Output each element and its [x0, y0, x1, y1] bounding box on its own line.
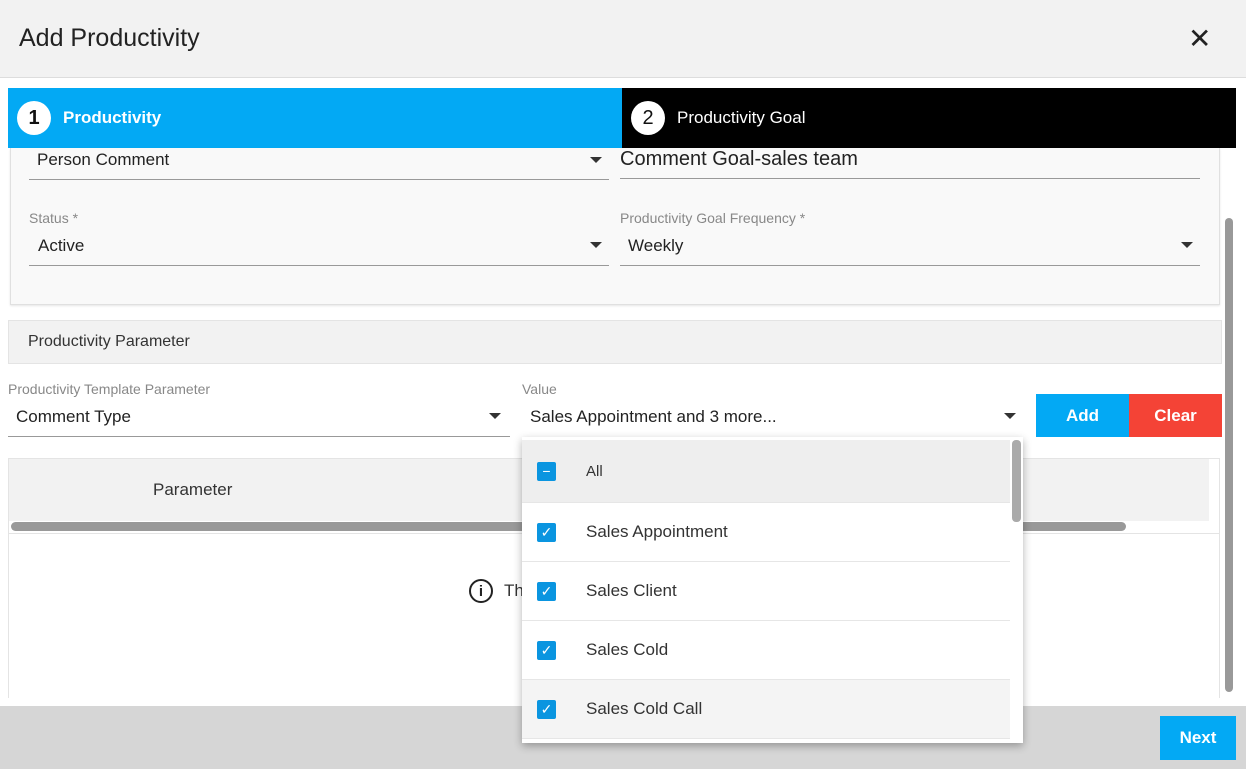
step-productivity[interactable]: 1 Productivity: [8, 88, 622, 148]
empty-message: Th: [504, 581, 524, 600]
option-label: Sales Cold Call: [586, 699, 703, 718]
option-all[interactable]: − All: [522, 440, 1010, 503]
checkbox-checked-icon[interactable]: ✓: [537, 640, 556, 660]
frequency-label: Productivity Goal Frequency *: [620, 210, 806, 226]
value-label: Value: [522, 381, 557, 397]
vertical-scrollbar[interactable]: [1225, 218, 1233, 692]
chevron-down-icon[interactable]: [489, 413, 501, 419]
option-sales-cold[interactable]: ✓ Sales Cold: [522, 621, 1010, 680]
step-label: Productivity Goal: [677, 108, 806, 127]
chevron-down-icon[interactable]: [590, 242, 602, 248]
option-label: Sales Client: [586, 581, 677, 600]
divider: [29, 265, 609, 266]
column-parameter: Parameter: [153, 480, 233, 499]
option-sales-client[interactable]: ✓ Sales Client: [522, 562, 1010, 621]
divider: [29, 179, 609, 180]
info-icon: i: [469, 579, 493, 603]
close-icon[interactable]: ✕: [1188, 24, 1211, 54]
clear-button[interactable]: Clear: [1129, 394, 1222, 437]
chevron-down-icon[interactable]: [590, 157, 602, 163]
template-param-label: Productivity Template Parameter: [8, 381, 211, 397]
dialog-title: Add Productivity: [19, 24, 200, 52]
checkbox-checked-icon[interactable]: ✓: [537, 699, 556, 719]
section-header: Productivity Parameter: [8, 320, 1222, 364]
option-label: All: [586, 462, 603, 480]
step-number: 1: [17, 101, 51, 135]
goal-name-input[interactable]: Comment Goal-sales team: [620, 148, 858, 171]
next-button[interactable]: Next: [1160, 716, 1236, 760]
status-label: Status *: [29, 210, 79, 226]
checkbox-indeterminate-icon[interactable]: −: [537, 461, 556, 481]
frequency-select[interactable]: Weekly: [628, 236, 683, 256]
checkbox-checked-icon[interactable]: ✓: [537, 581, 556, 601]
option-sales-cold-call[interactable]: ✓ Sales Cold Call: [522, 680, 1010, 739]
form-card: [10, 148, 1220, 305]
dropdown-scrollbar[interactable]: [1012, 440, 1021, 522]
divider: [8, 436, 510, 437]
option-label: Sales Cold: [586, 640, 669, 659]
divider: [620, 265, 1200, 266]
value-dropdown: − All ✓ Sales Appointment ✓ Sales Client ✓ S…: [522, 437, 1023, 743]
step-label: Productivity: [63, 108, 162, 127]
option-sales-appointment[interactable]: ✓ Sales Appointment: [522, 503, 1010, 562]
step-productivity-goal[interactable]: 2 Productivity Goal: [622, 88, 1236, 148]
step-number: 2: [631, 101, 665, 135]
chevron-down-icon[interactable]: [1181, 242, 1193, 248]
template-param-select[interactable]: Comment Type: [16, 407, 131, 427]
add-button[interactable]: Add: [1036, 394, 1129, 437]
divider: [620, 178, 1200, 179]
value-select[interactable]: Sales Appointment and 3 more...: [530, 407, 777, 427]
option-label: Sales Appointment: [586, 522, 728, 541]
type-select[interactable]: Person Comment: [37, 150, 169, 170]
checkbox-checked-icon[interactable]: ✓: [537, 522, 556, 542]
chevron-down-icon[interactable]: [1004, 413, 1016, 419]
status-select[interactable]: Active: [38, 236, 84, 256]
